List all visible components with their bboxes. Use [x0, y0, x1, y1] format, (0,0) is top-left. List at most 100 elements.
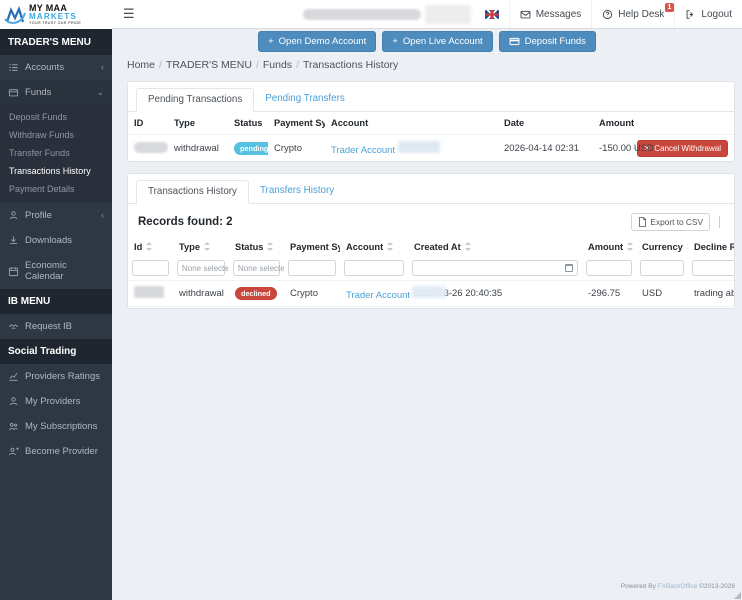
- breadcrumb-home[interactable]: Home: [127, 59, 155, 71]
- plus-icon: +: [392, 36, 398, 47]
- status-badge: pending: [234, 142, 268, 155]
- help-desk-link[interactable]: Help Desk 1: [591, 0, 674, 28]
- cell-id: [128, 281, 173, 307]
- col-id-label: Id: [134, 242, 142, 252]
- table-header-row: Id Type Status Payment System Account Cr…: [128, 236, 735, 258]
- filter-cell: [688, 258, 735, 281]
- sidebar-item-become-provider[interactable]: Become Provider: [0, 439, 112, 464]
- col-status[interactable]: Status: [229, 236, 284, 258]
- deposit-funds-button[interactable]: Deposit Funds: [499, 31, 596, 52]
- redacted-account-info: [303, 9, 421, 20]
- cancel-withdrawal-label: Cancel Withdrawal: [654, 144, 721, 153]
- sidebar-item-label: Profile: [25, 210, 52, 221]
- sidebar-item-transfer-funds[interactable]: Transfer Funds: [0, 144, 112, 162]
- pending-tabs: Pending Transactions Pending Transfers: [128, 82, 734, 112]
- pending-transactions-table: ID Type Status Payment System Account Da…: [128, 112, 734, 162]
- currency-filter-input[interactable]: [640, 260, 684, 276]
- calendar-icon[interactable]: [565, 264, 573, 272]
- cell-date: 2026-04-14 02:31: [498, 135, 593, 163]
- messages-link[interactable]: Messages: [509, 0, 592, 28]
- type-filter-select[interactable]: None selected: [177, 260, 225, 276]
- col-id[interactable]: Id: [128, 236, 173, 258]
- brand-logo: MY MAA MARKETS YOUR TRUST OUR PRIDE: [0, 0, 112, 30]
- sidebar-item-downloads[interactable]: Downloads: [0, 228, 112, 253]
- user-icon: [8, 210, 19, 221]
- section-traders-menu: TRADER'S MENU: [0, 30, 112, 55]
- filter-cell: [582, 258, 636, 281]
- tab-pending-transfers[interactable]: Pending Transfers: [254, 88, 356, 112]
- decline-reason-filter-input[interactable]: [692, 260, 735, 276]
- help-desk-label: Help Desk: [618, 9, 664, 20]
- list-icon: [8, 62, 19, 73]
- col-type[interactable]: Type: [173, 236, 229, 258]
- sort-icon: [464, 242, 471, 251]
- tab-transactions-history[interactable]: Transactions History: [136, 180, 249, 204]
- funds-submenu: Deposit Funds Withdraw Funds Transfer Fu…: [0, 105, 112, 203]
- deposit-funds-label: Deposit Funds: [525, 36, 586, 47]
- sidebar-item-my-subscriptions[interactable]: My Subscriptions: [0, 414, 112, 439]
- status-filter-select[interactable]: None selected: [233, 260, 280, 276]
- sidebar-item-label: Providers Ratings: [25, 371, 100, 382]
- col-created-at-label: Created At: [414, 242, 461, 252]
- export-to-csv-button[interactable]: Export to CSV: [631, 213, 710, 231]
- copyright-label: ©2013-2026: [699, 583, 735, 590]
- sidebar-item-funds[interactable]: Funds ⌄: [0, 80, 112, 105]
- account-filter-input[interactable]: [344, 260, 404, 276]
- col-payment-system[interactable]: Payment System: [284, 236, 340, 258]
- logo-swoosh-icon: [3, 3, 27, 27]
- open-live-account-button[interactable]: + Open Live Account: [382, 31, 492, 52]
- amount-filter-input[interactable]: [586, 260, 632, 276]
- sidebar-item-label: Become Provider: [25, 446, 98, 457]
- tab-pending-transactions[interactable]: Pending Transactions: [136, 88, 254, 112]
- language-flag-icon[interactable]: [485, 10, 499, 19]
- status-filter-value: None selected: [238, 264, 284, 273]
- breadcrumb-separator: /: [155, 59, 166, 71]
- sidebar-toggle-button[interactable]: ☰: [112, 6, 146, 22]
- history-tabs: Transactions History Transfers History: [128, 174, 734, 204]
- account-link[interactable]: Trader Account: [346, 290, 410, 301]
- id-filter-input[interactable]: [132, 260, 169, 276]
- main-content: + Open Demo Account + Open Live Account …: [112, 29, 742, 600]
- sidebar-item-transactions-history[interactable]: Transactions History: [0, 162, 112, 180]
- created-at-filter-input[interactable]: [412, 260, 578, 276]
- breadcrumb-current: Transactions History: [303, 59, 398, 71]
- logout-link[interactable]: Logout: [674, 0, 742, 28]
- col-decline-reason[interactable]: Decline Reason: [688, 236, 735, 258]
- cell-amount: -150.00 USD: [593, 135, 653, 163]
- cell-type: withdrawal: [168, 135, 228, 163]
- cell-currency: USD: [636, 281, 688, 307]
- account-link[interactable]: Trader Account: [331, 145, 395, 156]
- sidebar-item-deposit-funds[interactable]: Deposit Funds: [0, 108, 112, 126]
- records-found-label: Records found: 2: [138, 216, 233, 228]
- sidebar-item-profile[interactable]: Profile ‹: [0, 203, 112, 228]
- sidebar-item-label: My Subscriptions: [25, 421, 97, 432]
- sidebar-item-economic-calendar[interactable]: Economic Calendar: [0, 253, 112, 289]
- col-created-at[interactable]: Created At: [408, 236, 582, 258]
- sort-icon: [203, 242, 210, 251]
- breadcrumb-traders-menu[interactable]: TRADER'S MENU: [166, 59, 252, 71]
- sidebar-item-my-providers[interactable]: My Providers: [0, 389, 112, 414]
- col-amount[interactable]: Amount: [582, 236, 636, 258]
- filter-cell: [284, 258, 340, 281]
- col-currency-label: Currency: [642, 242, 683, 252]
- sidebar-item-request-ib[interactable]: Request IB: [0, 314, 112, 339]
- fxbackoffice-link[interactable]: FXBackOffice: [658, 583, 698, 590]
- export-csv-label: Export to CSV: [650, 217, 703, 227]
- sidebar-item-payment-details[interactable]: Payment Details: [0, 180, 112, 198]
- sidebar-item-withdraw-funds[interactable]: Withdraw Funds: [0, 126, 112, 144]
- plus-icon: +: [268, 36, 274, 47]
- tab-transfers-history[interactable]: Transfers History: [249, 180, 345, 204]
- filter-cell: [128, 258, 173, 281]
- sidebar-item-providers-ratings[interactable]: Providers Ratings: [0, 364, 112, 389]
- messages-label: Messages: [536, 9, 582, 20]
- payment-system-filter-input[interactable]: [288, 260, 336, 276]
- sidebar-item-label: Downloads: [25, 235, 72, 246]
- sidebar-item-label: Funds: [25, 87, 51, 98]
- col-currency[interactable]: Currency: [636, 236, 688, 258]
- col-account[interactable]: Account: [340, 236, 408, 258]
- sidebar-item-accounts[interactable]: Accounts ‹: [0, 55, 112, 80]
- open-demo-account-button[interactable]: + Open Demo Account: [258, 31, 376, 52]
- breadcrumb-funds[interactable]: Funds: [263, 59, 292, 71]
- col-payment-system: Payment System: [268, 112, 325, 135]
- cell-status: approved: [229, 307, 284, 310]
